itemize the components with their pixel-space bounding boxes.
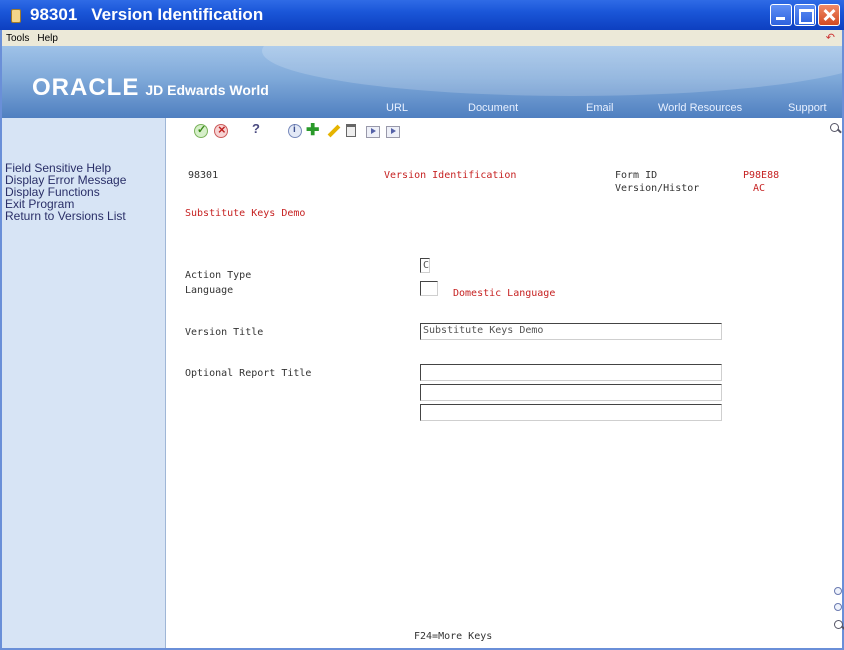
close-icon[interactable] [818,4,840,26]
menu-bar: Tools Help ↶ [2,30,842,46]
form-subtitle: Substitute Keys Demo [185,208,306,219]
banner-nav: URL Document Email World Resources Suppo… [2,46,842,118]
version-value: AC [753,183,766,194]
app-icon [8,8,22,23]
exit-list: Field Sensitive Help Display Error Messa… [2,162,126,222]
optional-report-title-field-1[interactable] [420,364,722,381]
action-type-value: C [423,260,430,271]
action-type-field[interactable]: C [420,258,430,273]
window-code: 98301 [30,5,78,24]
version-label: Version/Histor [615,183,700,194]
undo-icon[interactable]: ↶ [826,31,835,44]
app-window: 98301 Version Identification Tools Help … [0,0,844,650]
language-field[interactable] [420,281,438,296]
toolbar: ? ✚ [166,118,842,146]
previous-icon[interactable] [366,124,380,138]
optional-report-title-label: Optional Report Title [185,368,312,379]
function-key-hint: F24=More Keys [414,631,493,642]
nav-support[interactable]: Support [788,102,827,114]
ok-check-icon[interactable] [194,123,208,138]
oracle-banner: ORACLE JD Edwards World URL Document Ema… [2,46,842,118]
exit-menu: Field Sensitive Help Display Error Messa… [2,118,166,648]
nav-document[interactable]: Document [468,102,518,114]
scroll-down-icon[interactable] [834,603,842,611]
window-controls [770,4,840,26]
version-title-label: Version Title [185,327,264,338]
add-icon[interactable]: ✚ [306,120,320,139]
delete-trash-icon[interactable] [346,124,356,137]
nav-email[interactable]: Email [586,102,614,114]
form-panel: ? ✚ 98301 Version Identification Form ID… [166,118,844,648]
scroll-up-icon[interactable] [834,587,842,595]
menu-tools[interactable]: Tools [6,33,29,44]
menu-help[interactable]: Help [37,33,58,44]
minimize-icon[interactable] [770,4,792,26]
zoom-icon[interactable] [834,620,844,632]
optional-report-title-field-2[interactable] [420,384,722,401]
language-description: Domestic Language [453,288,556,299]
maximize-icon[interactable] [794,4,816,26]
nav-world-resources[interactable]: World Resources [658,102,742,114]
program-id: 98301 [188,170,219,181]
change-pencil-icon[interactable] [326,124,340,138]
window-title: Version Identification [91,5,264,24]
exit-return-to-versions-list[interactable]: Return to Versions List [2,210,126,222]
form-id-label: Form ID [615,170,658,181]
help-icon[interactable]: ? [252,121,262,136]
search-icon[interactable] [830,123,842,135]
form-id-value: P98E88 [743,170,780,181]
nav-url[interactable]: URL [386,102,408,114]
cancel-x-icon[interactable] [214,122,228,138]
next-icon[interactable] [386,124,400,138]
form-title: Version Identification [384,170,517,181]
inquire-icon[interactable] [288,124,302,138]
optional-report-title-field-3[interactable] [420,404,722,421]
title-bar: 98301 Version Identification [0,0,844,30]
version-title-value: Substitute Keys Demo [423,325,544,336]
version-title-field[interactable]: Substitute Keys Demo [420,323,722,340]
action-type-label: Action Type [185,270,252,281]
language-label: Language [185,285,234,296]
